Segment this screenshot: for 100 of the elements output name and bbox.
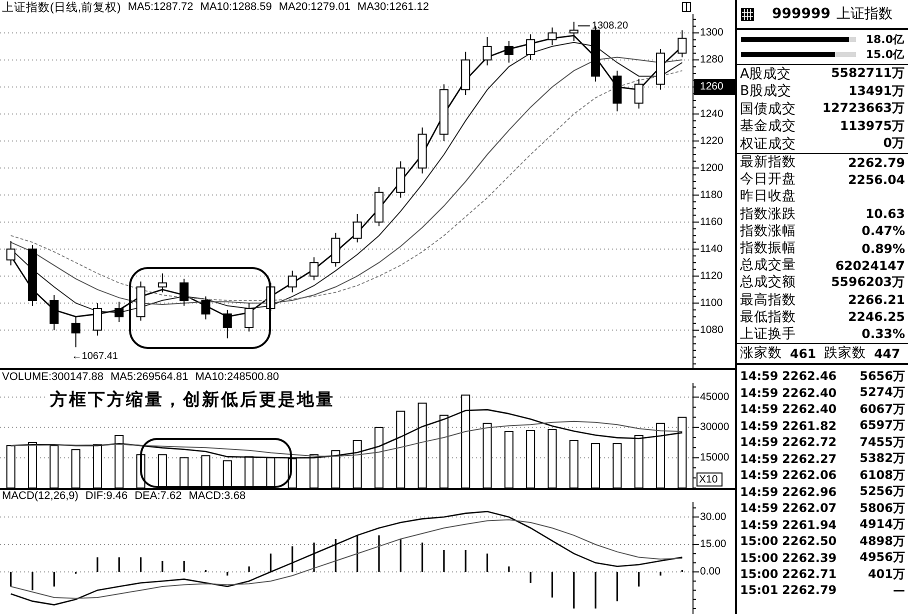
stat-label: 总成交量 [740, 256, 796, 274]
stat-value: 461 [790, 346, 816, 361]
axis-label: 1280 [700, 54, 724, 66]
stat-label: 最低指数 [740, 308, 796, 326]
candlestick [548, 27, 557, 46]
candlestick [482, 36, 492, 66]
trade-price: 2262.71 [782, 567, 838, 582]
stat-value: 12723663万 [822, 100, 905, 118]
axis-label: 30000 [700, 421, 730, 434]
axis-label: 1260 [700, 80, 724, 93]
stat-label: 跌家数 [824, 344, 866, 362]
trade-volume: 401万 [868, 566, 905, 583]
trade-time: 14:59 [740, 468, 780, 482]
candlestick [656, 48, 666, 90]
axis-label: 1240 [700, 108, 724, 120]
trade-price: 2262.50 [782, 534, 838, 548]
candlestick [310, 256, 319, 281]
stat-label: 基金成交 [740, 117, 796, 136]
trade-time: 15:00 [740, 567, 780, 582]
stat-value: 2262.79 [848, 154, 905, 170]
axis-label: 30.00 [700, 510, 726, 523]
trade-volume: 5382万 [860, 450, 905, 468]
chart-title: MACD(12,26,9) [2, 490, 78, 502]
trade-price: 2262.07 [782, 501, 838, 516]
low-price-label: ←1067.41 [72, 350, 118, 362]
trade-price: 2261.82 [782, 418, 838, 433]
trade-time: 14:59 [740, 402, 780, 416]
trade-price: 2262.40 [782, 402, 838, 416]
candlestick [288, 270, 297, 293]
candlestick [92, 302, 102, 336]
leader-line [577, 25, 590, 26]
legend-value: MA5:1287.72 [128, 1, 194, 13]
candlestick [461, 51, 470, 96]
trade-volume: 6108万 [860, 466, 905, 484]
trade-price: 2262.27 [782, 452, 838, 466]
stat-label: 最新指数 [740, 153, 796, 172]
candlestick [504, 40, 514, 64]
trade-volume: 5806万 [860, 500, 905, 517]
trade-time: 15:01 [740, 583, 780, 598]
stat-value: 113975万 [840, 118, 905, 135]
axis-label: 1140 [700, 242, 723, 255]
axis-label: 15000 [700, 452, 730, 464]
stat-label: 昨日收盘 [740, 187, 796, 206]
trade-price: 2262.96 [782, 484, 838, 499]
legend-value: DEA:7.62 [134, 490, 182, 502]
trade-time: 14:59 [740, 435, 780, 450]
stat-value: 447 [874, 346, 900, 361]
stat-value: 5596203万 [831, 274, 905, 291]
trade-volume: 6067万 [860, 400, 905, 418]
candlestick [266, 282, 276, 312]
amount-label: 15.0亿 [864, 47, 904, 62]
chart-title: 上证指数(日线,前复权) [2, 0, 121, 14]
candlestick [352, 213, 362, 243]
stat-label: 上证换手 [740, 324, 796, 343]
macd-bar [551, 572, 554, 598]
stat-value: 0.33% [862, 326, 905, 342]
axis-label: 1220 [700, 134, 724, 147]
trade-price: 2262.39 [782, 550, 838, 565]
trade-time: 15:00 [740, 534, 780, 548]
trade-time: 14:59 [740, 518, 780, 532]
stat-label: 指数涨幅 [740, 222, 796, 240]
candlestick [6, 240, 16, 266]
axis-label: 1100 [700, 296, 723, 309]
trade-volume: 4956万 [860, 549, 905, 566]
legend-value: MA20:1279.01 [278, 1, 350, 13]
stat-label: 指数振幅 [740, 239, 796, 258]
candlestick [244, 302, 254, 332]
trade-price: 2262.72 [782, 435, 838, 450]
candlestick [201, 296, 210, 320]
candlestick [612, 70, 622, 112]
candlestick [222, 309, 232, 339]
axis-label: 1200 [700, 162, 724, 174]
trade-volume: 5274万 [860, 384, 905, 402]
stat-value: 62024147 [835, 258, 905, 273]
candlestick [71, 316, 80, 348]
stat-label: B股成交 [740, 82, 792, 100]
legend-value: MA10:248500.80 [195, 370, 279, 382]
candlestick [526, 34, 536, 60]
window-icon[interactable] [682, 2, 691, 12]
trade-price: 2261.94 [782, 518, 838, 532]
trade-volume: 5656万 [860, 368, 905, 385]
trade-price: 2262.40 [782, 386, 838, 400]
stat-label: 涨家数 [740, 344, 782, 362]
index-name: 上证指数 [836, 5, 892, 23]
candlestick [418, 127, 427, 174]
candlestick [569, 21, 578, 42]
trade-price: 2262.46 [782, 369, 838, 384]
trade-price: 2262.06 [782, 468, 838, 482]
legend-value: MA10:1288.59 [200, 1, 272, 13]
candlestick [50, 294, 59, 331]
stat-value: 0.47% [862, 223, 905, 238]
trade-time: 14:59 [740, 369, 780, 384]
axis-label: 45000 [700, 390, 730, 403]
trade-time: 14:59 [740, 418, 780, 433]
trade-volume: — [893, 583, 905, 598]
candlestick [114, 301, 124, 323]
stat-label: 今日开盘 [740, 170, 796, 188]
trade-time: 14:59 [740, 386, 780, 400]
candlestick [28, 244, 37, 306]
candlestick [678, 30, 687, 58]
